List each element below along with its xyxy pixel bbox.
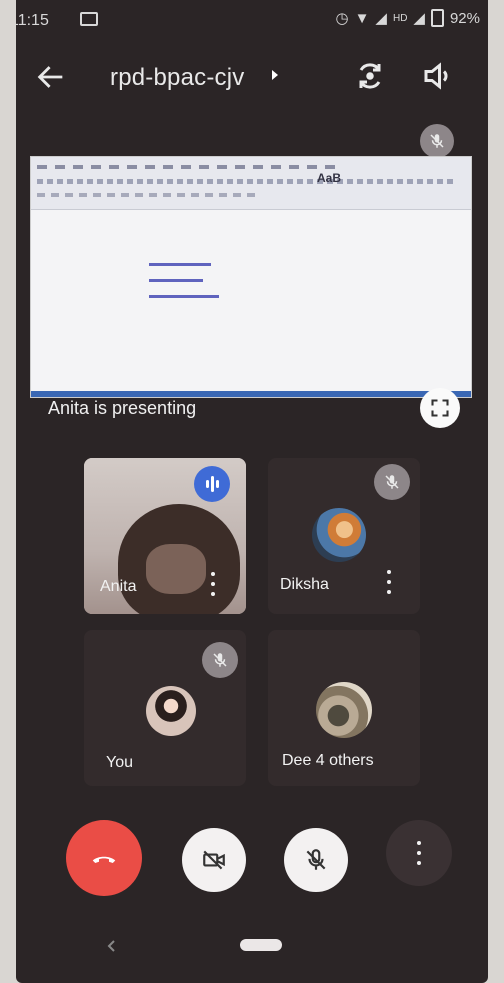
nav-back-icon[interactable] <box>106 940 118 952</box>
avatar <box>146 686 196 736</box>
shared-screen[interactable]: AaB <box>30 156 472 398</box>
wifi-icon: ▼ <box>354 9 370 27</box>
end-call-button[interactable] <box>66 820 142 896</box>
document-ribbon: AaB <box>31 157 471 210</box>
participant-name: Anita <box>100 578 137 595</box>
fullscreen-icon <box>431 399 449 417</box>
chevron-right-icon[interactable] <box>272 70 278 80</box>
camera-off-icon <box>203 850 225 870</box>
status-time: 11:15 <box>16 12 49 29</box>
signal2-icon: ◢ <box>413 10 425 27</box>
taskbar <box>31 391 471 397</box>
mic-off-icon <box>430 134 444 148</box>
battery-icon <box>430 9 444 27</box>
mute-badge <box>374 464 410 500</box>
speaking-indicator-icon <box>194 466 230 502</box>
camera-toggle-button[interactable] <box>182 828 246 892</box>
document-text <box>149 263 219 311</box>
phone-hangup-icon <box>92 856 116 863</box>
styles-glyph: AaB <box>317 171 342 185</box>
mute-badge <box>202 642 238 678</box>
home-pill[interactable] <box>240 939 282 951</box>
signal-icon: ◢ <box>375 10 387 27</box>
mic-off-icon <box>213 653 227 667</box>
arrow-left-icon[interactable] <box>34 60 68 94</box>
microphone-toggle-button[interactable] <box>284 828 348 892</box>
avatar <box>312 508 366 562</box>
participant-name: You <box>106 754 133 771</box>
status-right: ◷ ▼ ◢ HD ◢ 92% <box>335 9 480 27</box>
cast-icon <box>80 12 98 26</box>
speaker-icon[interactable] <box>420 58 456 94</box>
meet-call-screen: 11:15 ◷ ▼ ◢ HD ◢ 92% rpd-bpac-cjv <box>16 0 488 983</box>
more-vert-icon <box>416 841 422 865</box>
switch-camera-icon[interactable] <box>352 58 388 94</box>
presenting-label: Anita is presenting <box>48 398 197 418</box>
presenter-mute-badge <box>420 124 454 158</box>
network-type: HD <box>392 12 408 24</box>
participant-name: Diksha <box>280 576 329 593</box>
participant-name: Dee 4 others <box>282 752 374 769</box>
alarm-icon: ◷ <box>335 10 349 27</box>
more-vert-icon[interactable] <box>210 572 216 596</box>
call-top-bar: rpd-bpac-cjv <box>16 52 488 100</box>
battery-level: 92% <box>449 9 480 27</box>
more-options-button[interactable] <box>386 820 452 886</box>
mic-off-icon <box>385 475 399 489</box>
more-vert-icon[interactable] <box>386 570 392 594</box>
meeting-code[interactable]: rpd-bpac-cjv <box>110 64 244 92</box>
status-bar: 11:15 ◷ ▼ ◢ HD ◢ 92% <box>16 0 488 34</box>
participant-face <box>146 544 206 594</box>
avatar <box>316 682 372 738</box>
mic-off-icon <box>306 849 326 870</box>
fullscreen-button[interactable] <box>420 388 460 428</box>
